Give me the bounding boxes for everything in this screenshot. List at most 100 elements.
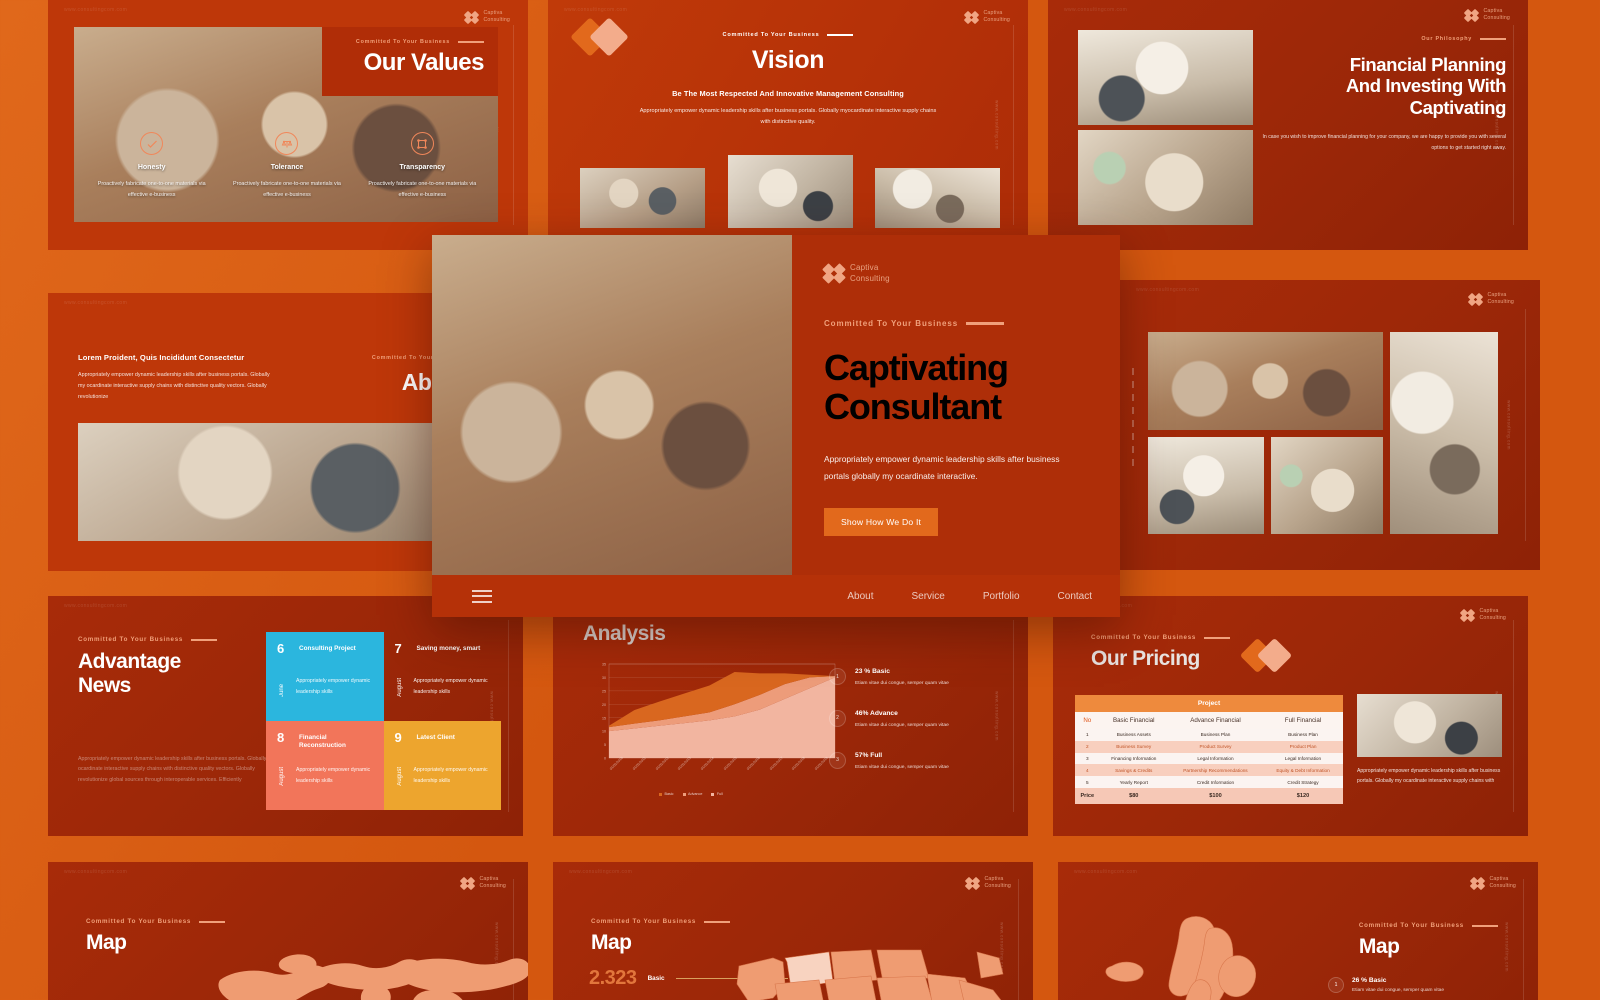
slide-advantage-news[interactable]: www.consultingcom.com www.consulting.com…: [48, 596, 523, 836]
cell-full: Credit Strategy: [1263, 776, 1343, 788]
chart-legend-item: Advance: [682, 792, 703, 796]
frame-icon: [410, 132, 434, 156]
chart-legend-item: Full: [711, 792, 723, 796]
vision-photo: [875, 168, 1000, 228]
brand-name: Captiva Consulting: [1479, 608, 1506, 622]
value-item: Honesty Proactively fabricate one-to-one…: [84, 132, 219, 200]
stat-index: 2: [829, 709, 846, 727]
map-eyebrow: Committed To Your Business: [86, 918, 226, 925]
col-header-basic: Basic Financial: [1099, 712, 1168, 729]
table-row: 2 Business Survey Product Survey Product…: [1075, 740, 1343, 753]
analysis-stat-list: 1 23 % Basic Etiam vitae dui congue, sem…: [829, 668, 994, 794]
slide-map-world[interactable]: www.consultingcom.com Captiva Consulting …: [48, 862, 528, 1000]
brand-name: Captiva Consulting: [483, 10, 510, 24]
stat-index: 1: [829, 668, 846, 685]
slide-vision[interactable]: www.consultingcom.com Captiva Consulting …: [548, 0, 1028, 250]
map-stat: 1 26 % Basic Etiam vitae dui congue, sem…: [1328, 977, 1498, 993]
advantage-card[interactable]: 7 Saving money, smart August Appropriate…: [384, 632, 502, 721]
map-title-block: Committed To Your Business Map: [591, 918, 731, 955]
map-stat-label: Basic: [647, 975, 665, 982]
stat-value: 57% Full: [855, 751, 883, 759]
legend-label: Advance: [688, 792, 703, 796]
card-title: Saving money, smart: [416, 645, 481, 652]
financial-photo: [1078, 130, 1253, 225]
hero-nav-links: About Service Portfolio Contact: [847, 591, 1092, 602]
card-text: Appropriately empower dynamic leadership…: [413, 678, 488, 695]
slide-gallery[interactable]: www.consultingcom.com Captiva Consulting …: [1120, 280, 1540, 570]
hero-eyebrow: Committed To Your Business: [824, 319, 1086, 328]
slide-analysis[interactable]: www.consultingcom.com www.consulting.com…: [553, 596, 1028, 836]
world-map-graphic: [218, 954, 528, 1000]
gallery-grid: [1148, 332, 1498, 534]
brand-logo: Captiva Consulting: [1464, 8, 1510, 22]
brand-logo: Captiva Consulting: [1460, 608, 1506, 622]
advantage-card[interactable]: 6 Consulting Project June Appropriately …: [266, 632, 384, 721]
financial-photo: [1078, 30, 1253, 125]
cell-full: Legal Information: [1263, 752, 1343, 765]
cell-no: 3: [1075, 752, 1100, 765]
legend-swatch: [711, 792, 715, 796]
vision-eyebrow: Committed To Your Business: [548, 32, 1028, 38]
card-month: August: [279, 767, 285, 786]
card-number: 8: [277, 730, 285, 745]
pricing-eyebrow: Committed To Your Business: [1091, 634, 1231, 641]
nav-link-contact[interactable]: Contact: [1058, 591, 1092, 602]
card-number: 9: [394, 730, 402, 745]
watermark-url: www.consultingcom.com: [64, 603, 128, 609]
europe-map-graphic: [1105, 916, 1256, 1000]
slide-financial-planning[interactable]: www.consultingcom.com Captiva Consulting …: [1048, 0, 1528, 250]
brand-name: Captiva Consulting: [1483, 8, 1510, 22]
gallery-photo: [1270, 436, 1384, 534]
values-title: Our Values: [363, 49, 485, 76]
brand-name: Captiva Consulting: [983, 10, 1010, 24]
legend-swatch: [682, 792, 686, 796]
pricing-photo: [1357, 694, 1502, 757]
cell-advance: Partnership Recommendations: [1167, 764, 1264, 777]
svg-text:25: 25: [602, 689, 606, 693]
hamburger-menu-icon[interactable]: [472, 589, 492, 603]
slide-our-pricing[interactable]: www.consultingcom.com CaptivaConsulting …: [1053, 596, 1528, 836]
card-title: Latest Client: [416, 734, 455, 741]
nav-link-about[interactable]: About: [847, 591, 873, 602]
legend-label: Full: [716, 792, 723, 796]
cell-basic: Savings & Credits: [1099, 764, 1168, 777]
slide-map-europe[interactable]: www.consultingcom.com Captiva Consulting …: [1058, 862, 1538, 1000]
table-header-row: No Basic Financial Advance Financial Ful…: [1075, 712, 1343, 729]
slide-our-values[interactable]: www.consultingcom.com Captiva Consulting …: [48, 0, 528, 250]
featured-slide-captivating-consultant[interactable]: Captiva Consulting Committed To Your Busi…: [432, 235, 1120, 617]
nav-link-service[interactable]: Service: [911, 591, 944, 602]
cell-advance: Business Plan: [1167, 729, 1264, 741]
advantage-card[interactable]: 9 Latest Client August Appropriately emp…: [383, 721, 501, 810]
values-eyebrow: Committed To Your Business: [322, 39, 484, 45]
pricing-paragraph: Appropriately empower dynamic leadership…: [1357, 768, 1501, 785]
svg-text:20: 20: [602, 703, 606, 707]
analysis-title: Analysis: [583, 622, 666, 645]
nav-link-portfolio[interactable]: Portfolio: [983, 591, 1020, 602]
map-eyebrow: Committed To Your Business: [1359, 922, 1498, 929]
brand-logo: Captiva Consulting: [965, 876, 1011, 890]
decorative-dots-icon: [1132, 368, 1134, 466]
stat-text: Etiam vitae dui congue, semper quam vita…: [855, 722, 949, 728]
table-row: 4 Savings & Credits Partnership Recommen…: [1075, 764, 1343, 777]
advantage-card[interactable]: 8 Financial Reconstruction August Approp…: [266, 721, 384, 810]
values-list: Honesty Proactively fabricate one-to-one…: [84, 132, 490, 200]
show-how-we-do-it-button[interactable]: Show How We Do It: [824, 508, 939, 537]
watermark-url: www.consultingcom.com: [1136, 287, 1200, 293]
side-watermark: www.consulting.com: [1506, 400, 1512, 450]
slide-map-usa[interactable]: www.consultingcom.com Captiva Consulting …: [553, 862, 1033, 1000]
usa-map-graphic: [736, 949, 1004, 1000]
brand-logo: Captiva Consulting: [822, 263, 1086, 285]
svg-text:15: 15: [602, 716, 606, 720]
watermark-url: www.consultingcom.com: [564, 7, 628, 13]
price-basic: $80: [1099, 787, 1168, 804]
cell-full: Product Plan: [1263, 740, 1343, 753]
chart-legend: Basic Advance Full: [659, 792, 723, 796]
gallery-photo: [1390, 332, 1498, 534]
pricing-title: Our Pricing: [1091, 647, 1200, 670]
value-item: Tolerance Proactively fabricate one-to-o…: [219, 132, 354, 200]
vision-paragraph: Appropriately empower dynamic leadership…: [639, 108, 937, 126]
watermark-url: www.consultingcom.com: [1074, 869, 1138, 875]
table-footer-row: Price $80 $100 $120: [1075, 787, 1343, 804]
card-text: Appropriately empower dynamic leadership…: [413, 767, 488, 784]
cell-full: Business Plan: [1263, 729, 1343, 741]
